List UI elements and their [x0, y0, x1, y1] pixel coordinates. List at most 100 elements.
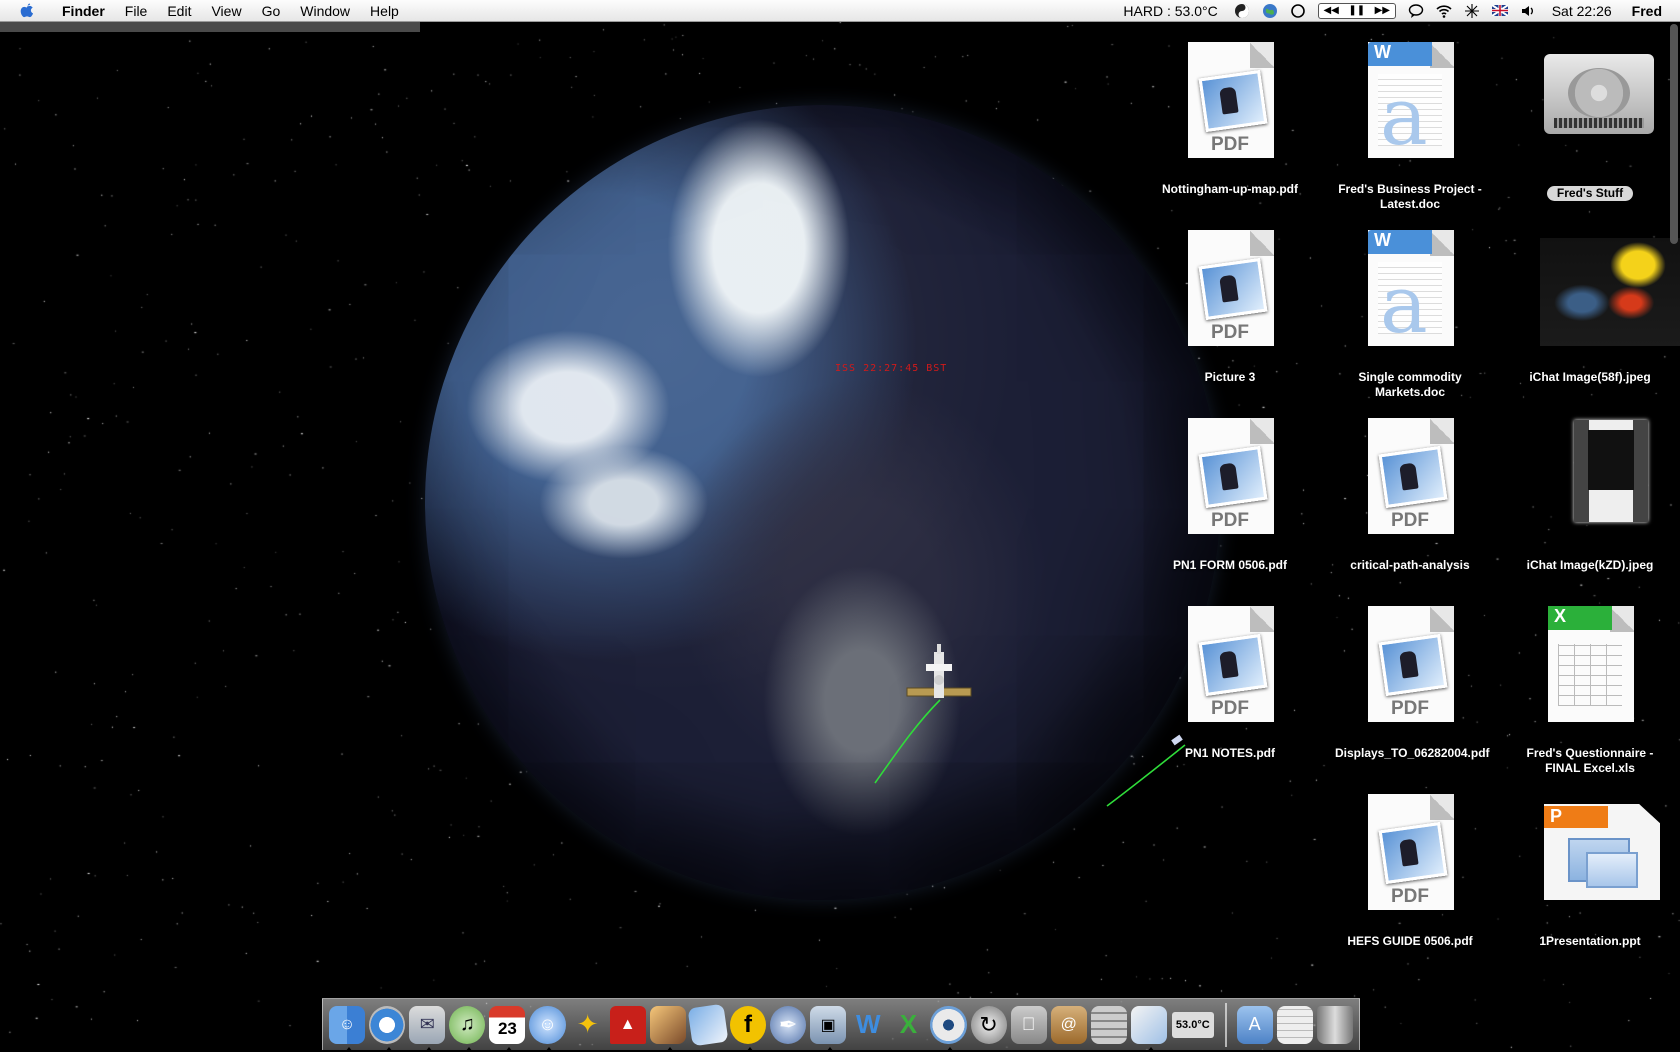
desktop-icon-picture3[interactable]: PDF Picture 3 [1150, 228, 1310, 385]
yinyang-icon[interactable] [1228, 3, 1256, 19]
desktop-icon-freds-stuff[interactable]: Fred's Stuff [1510, 40, 1670, 201]
desktop-icon-presentation-ppt[interactable]: P 1Presentation.ppt [1510, 792, 1670, 949]
pause-icon[interactable]: ❚❚ [1348, 5, 1365, 16]
trash-icon[interactable] [1316, 1005, 1353, 1044]
icon-label: PN1 NOTES.pdf [1184, 746, 1275, 760]
pdf-badge: PDF [1391, 698, 1429, 719]
ical-icon[interactable]: 23 [489, 1005, 526, 1052]
icon-label: Nottingham-up-map.pdf [1162, 182, 1298, 196]
icon-label: Fred's Questionnaire -FINAL Excel.xls [1526, 746, 1654, 775]
iss-station-icon [906, 644, 972, 698]
pdf-badge: PDF [1211, 510, 1249, 531]
itunes-icon[interactable]: ♫ [449, 1005, 486, 1052]
word-a-icon: a [1380, 258, 1428, 351]
menu-view[interactable]: View [201, 0, 251, 22]
lifesaver-icon[interactable] [930, 1005, 967, 1052]
icon-label: 1Presentation.ppt [1539, 934, 1641, 948]
sync-icon[interactable]: ↻ [970, 1005, 1007, 1044]
globe-clock-label: ISS 22:27:45 BST [835, 363, 948, 374]
menu-finder[interactable]: Finder [52, 0, 115, 22]
hard-temp-status[interactable]: HARD : 53.0°C [1113, 3, 1227, 19]
fire-icon[interactable]: ▲ [609, 1005, 646, 1044]
quill-icon[interactable]: ✒ [770, 1005, 807, 1044]
menu-window[interactable]: Window [290, 0, 360, 22]
temp-widget: 53.0°C [1171, 1011, 1214, 1038]
apple-icon[interactable]:  [1010, 1005, 1047, 1044]
desktop-icon-ichat-58f[interactable]: iChat Image(58f).jpeg [1510, 228, 1680, 385]
safari-icon[interactable] [369, 1005, 406, 1052]
mail-icon[interactable]: ✉ [409, 1005, 446, 1052]
calculator-icon[interactable] [1090, 1005, 1127, 1044]
iphoto-icon[interactable] [649, 1005, 686, 1052]
aim-runner-icon[interactable]: ✦ [570, 1006, 606, 1044]
pdf-badge: PDF [1211, 134, 1249, 155]
menu-bar: Finder File Edit View Go Window Help HAR… [0, 0, 1680, 22]
excel-icon[interactable]: X [890, 1006, 926, 1044]
ppt-badge: P [1544, 806, 1608, 828]
menu-file[interactable]: File [115, 0, 158, 22]
excel-badge: X [1548, 606, 1612, 630]
address-icon[interactable] [687, 1003, 729, 1046]
menu-help[interactable]: Help [360, 0, 409, 22]
menu-extras: HARD : 53.0°C ◀◀ ❚❚ ▶▶ Sat 22:26 Fred [1113, 0, 1680, 22]
word-badge: W [1368, 42, 1432, 66]
window-sliver [0, 22, 420, 32]
rewind-icon[interactable]: ◀◀ [1323, 5, 1338, 16]
spaces-icon[interactable] [1458, 3, 1486, 19]
chat-bubble-icon[interactable] [1402, 3, 1430, 19]
icon-label: Picture 3 [1204, 370, 1256, 384]
wifi-icon[interactable] [1430, 3, 1458, 19]
pdf-badge: PDF [1391, 510, 1429, 531]
icon-label: PN1 FORM 0506.pdf [1172, 558, 1288, 572]
hard-drive-icon [1544, 54, 1654, 134]
finder-icon[interactable]: ☺ [329, 1005, 366, 1052]
desktop-icon-business-doc[interactable]: aW Fred's Business Project - Latest.doc [1330, 40, 1490, 212]
media-controls[interactable]: ◀◀ ❚❚ ▶▶ [1312, 2, 1402, 19]
menu-edit[interactable]: Edit [157, 0, 201, 22]
desktop-icon-displays-pdf[interactable]: PDF Displays_TO_06282004.pdf [1330, 604, 1490, 761]
pdf-badge: PDF [1391, 886, 1429, 907]
globe-icon[interactable] [1256, 3, 1284, 19]
ichat-icon[interactable]: ☺ [529, 1005, 566, 1052]
calendar-day: 23 [497, 1018, 517, 1038]
icon-label: critical-path-analysis [1350, 558, 1470, 572]
icon-label: iChat Image(kZD).jpeg [1526, 558, 1654, 572]
word-badge: W [1368, 230, 1432, 254]
volume-icon[interactable] [1514, 3, 1542, 19]
uk-flag-icon[interactable] [1486, 5, 1514, 16]
desktop-icon-nottingham-pdf[interactable]: PDF Nottingham-up-map.pdf [1150, 40, 1310, 197]
desktop-icon-hefs-guide-pdf[interactable]: PDF HEFS GUIDE 0506.pdf [1330, 792, 1490, 949]
earth-globe [425, 105, 1220, 900]
menu-go[interactable]: Go [252, 0, 291, 22]
pdf-viewer-icon[interactable] [1130, 1005, 1167, 1052]
address-book-icon[interactable]: @ [1050, 1005, 1087, 1044]
dock: ☺ ✉ ♫ 23 ☺ ✦ ▲ f ✒ ▣ W X ↻  @ 53.0°C A [322, 998, 1360, 1052]
temp-icon[interactable]: 53.0°C [1171, 1006, 1215, 1044]
apple-menu-icon[interactable] [18, 2, 38, 20]
forward-icon[interactable]: ▶▶ [1375, 5, 1390, 16]
icon-label: iChat Image(58f).jpeg [1529, 370, 1651, 384]
circle-icon[interactable] [1284, 3, 1312, 19]
desktop-icon-ichat-kzd[interactable]: iChat Image(kZD).jpeg [1510, 416, 1670, 573]
icon-label: Fred's Stuff [1546, 186, 1634, 201]
photo-thumbnail [1540, 238, 1680, 346]
desktop-icon-commodity-doc[interactable]: aW Single commodity Markets.doc [1330, 228, 1490, 400]
scrollbar[interactable] [1670, 24, 1678, 244]
desktop-icon-critical-path[interactable]: PDF critical-path-analysis [1330, 416, 1490, 573]
applications-folder-icon[interactable]: A [1236, 1005, 1273, 1044]
menu-clock[interactable]: Sat 22:26 [1542, 3, 1622, 19]
firefox-icon[interactable]: f [729, 1005, 767, 1052]
word-icon[interactable]: W [850, 1006, 886, 1044]
word-a-icon: a [1380, 70, 1428, 163]
dock-separator [1224, 1002, 1227, 1047]
documents-stack-icon[interactable] [1276, 1005, 1313, 1044]
icon-label: Fred's Business Project - Latest.doc [1338, 182, 1482, 211]
pdf-badge: PDF [1211, 698, 1249, 719]
icon-label: HEFS GUIDE 0506.pdf [1347, 934, 1473, 948]
menu-user[interactable]: Fred [1622, 3, 1680, 19]
desktop-icon-pn1-form-pdf[interactable]: PDF PN1 FORM 0506.pdf [1150, 416, 1310, 573]
desktop-icon-questionnaire-xls[interactable]: X Fred's Questionnaire -FINAL Excel.xls [1510, 604, 1670, 776]
desktop-icon-pn1-notes-pdf[interactable]: PDF PN1 NOTES.pdf [1150, 604, 1310, 761]
preview-icon[interactable]: ▣ [810, 1005, 847, 1052]
icon-label: Single commodity Markets.doc [1358, 370, 1462, 399]
